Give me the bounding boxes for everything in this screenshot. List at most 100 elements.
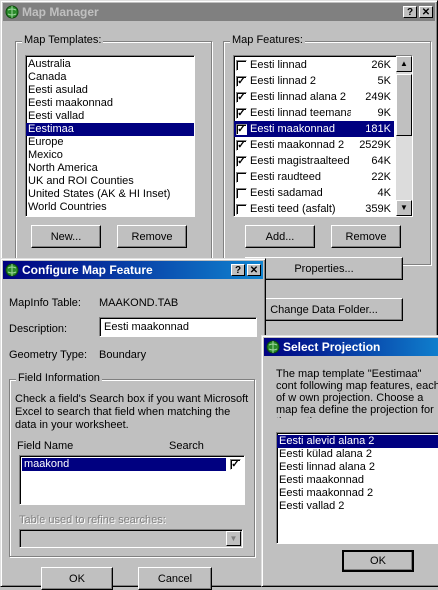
feature-list-item[interactable]: ✓ Eesti maakonnad 181K (234, 121, 394, 137)
feature-size: 9K (377, 107, 391, 119)
refine-searches-label: Table used to refine searches: (19, 514, 166, 526)
field-list[interactable]: maakond ✓ (19, 455, 245, 505)
feature-checkbox[interactable]: ✓ (236, 91, 247, 103)
feature-checkbox[interactable] (236, 171, 247, 183)
feature-size: 181K (365, 123, 391, 135)
template-list-item[interactable]: Eesti maakonnad (26, 97, 194, 110)
new-template-button[interactable]: New... (31, 225, 101, 248)
geometry-type-label: Geometry Type: (9, 349, 88, 361)
feature-size: 22K (371, 171, 391, 183)
help-button[interactable]: ? (403, 6, 417, 18)
change-data-folder-button[interactable]: Change Data Folder... (245, 298, 403, 321)
template-list-item[interactable]: Mexico (26, 149, 194, 162)
scroll-down-arrow-icon[interactable]: ▼ (396, 200, 412, 216)
window-title: Map Manager (22, 5, 99, 19)
projection-titlebar[interactable]: Select Projection (264, 338, 438, 356)
scroll-up-arrow-icon[interactable]: ▲ (396, 56, 412, 72)
templates-listbox[interactable]: Australia Canada Eesti asulad Eesti maakonn… (25, 55, 195, 217)
field-help-text: Check a field's Search box if you want M… (15, 393, 249, 431)
feature-name: Eesti linnad (250, 59, 307, 71)
template-list-item[interactable]: Eesti asulad (26, 84, 194, 97)
template-list-item[interactable]: Canada (26, 71, 194, 84)
feature-checkbox[interactable]: ✓ (236, 123, 247, 135)
projection-listbox[interactable]: Eesti alevid alana 2 Eesti külad alana 2E… (276, 432, 438, 544)
feature-name: Eesti linnad 2 (250, 75, 317, 87)
feature-list-item[interactable]: Eesti raudteed 22K (234, 169, 394, 185)
feature-name: Eesti maakonnad 2 (250, 139, 345, 151)
features-listbox[interactable]: Eesti linnad 26K ✓ Eesti linnad 2 5K ✓ Eesti l… (233, 55, 413, 217)
refine-searches-dropdown[interactable]: ▼ (19, 529, 243, 548)
template-list-item[interactable]: UK and ROI Counties (26, 175, 194, 188)
projection-list: Eesti alevid alana 2 Eesti külad alana 2E… (277, 435, 438, 513)
help-button[interactable]: ? (231, 264, 245, 276)
map-manager-titlebar[interactable]: Map Manager ? ✕ (3, 3, 435, 21)
template-list-item[interactable]: Eesti vallad (26, 110, 194, 123)
field-name-column-header: Field Name (17, 440, 74, 452)
geometry-type-value: Boundary (99, 349, 147, 361)
feature-size: 2529K (359, 139, 391, 151)
projection-list-item[interactable]: Eesti linnad alana 2 (277, 461, 438, 474)
field-row[interactable]: maakond (22, 458, 226, 471)
feature-checkbox[interactable]: ✓ (236, 107, 247, 119)
feature-checkbox[interactable] (236, 59, 247, 71)
close-button[interactable]: ✕ (419, 6, 433, 18)
search-column-header: Search (169, 440, 204, 452)
feature-list-item[interactable]: ✓ Eesti magistraalteed 2 64K (234, 153, 394, 169)
template-list-item[interactable]: Eestimaa (26, 123, 194, 136)
feature-list-item[interactable]: ✓ Eesti maakonnad 2 2529K (234, 137, 394, 153)
feature-list-item[interactable]: ✓ Eesti linnad 2 5K (234, 73, 394, 89)
remove-template-button[interactable]: Remove (117, 225, 187, 248)
feature-name: Eesti teed (asfalt) (250, 203, 336, 215)
mapinfo-table-value: MAAKOND.TAB (99, 297, 179, 309)
ok-button[interactable]: OK (342, 550, 414, 572)
feature-size: 249K (365, 91, 391, 103)
map-templates-label: Map Templates: (22, 34, 104, 46)
window-title: Select Projection (283, 340, 381, 354)
globe-icon (266, 340, 280, 354)
feature-checkbox[interactable]: ✓ (236, 155, 247, 167)
feature-list-item[interactable]: Eesti linnad 26K (234, 57, 394, 73)
projection-list-item[interactable]: Eesti maakonnad (277, 474, 438, 487)
feature-list-item[interactable]: Eesti sadamad 4K (234, 185, 394, 201)
feature-checkbox[interactable] (236, 187, 247, 199)
feature-name: Eesti linnad teemana 2 (250, 107, 351, 119)
features-list: Eesti linnad 26K ✓ Eesti linnad 2 5K ✓ Eesti l… (234, 57, 394, 216)
projection-help-text: The map template "Eestimaa" cont followi… (276, 368, 438, 418)
dropdown-arrow-icon[interactable]: ▼ (226, 531, 241, 546)
template-list-item[interactable]: Europe (26, 136, 194, 149)
description-value: Eesti maakonnad (104, 321, 189, 333)
search-checkbox[interactable]: ✓ (230, 459, 241, 470)
projection-list-item[interactable]: Eesti külad alana 2 (277, 448, 438, 461)
feature-size: 64K (371, 155, 391, 167)
feature-name: Eesti maakonnad (250, 123, 335, 135)
scroll-thumb[interactable] (396, 74, 412, 136)
remove-feature-button[interactable]: Remove (331, 225, 401, 248)
field-name: maakond (24, 458, 70, 470)
feature-checkbox[interactable]: ✓ (236, 139, 247, 151)
feature-list-item[interactable]: ✓ Eesti linnad teemana 2 9K (234, 105, 394, 121)
projection-list-item[interactable]: Eesti alevid alana 2 (277, 435, 438, 448)
template-list-item[interactable]: Australia (26, 58, 194, 71)
close-button[interactable]: ✕ (247, 264, 261, 276)
templates-list: Australia Canada Eesti asulad Eesti maakonn… (26, 58, 194, 214)
feature-size: 5K (377, 75, 391, 87)
select-projection-window: Select Projection The map template "Eest… (261, 335, 438, 587)
add-feature-button[interactable]: Add... (245, 225, 315, 248)
projection-list-item[interactable]: Eesti vallad 2 (277, 500, 438, 513)
window-title: Configure Map Feature (22, 263, 153, 277)
template-list-item[interactable]: United States (AK & HI Inset) (26, 188, 194, 201)
feature-checkbox[interactable]: ✓ (236, 75, 247, 87)
properties-button[interactable]: Properties... (245, 257, 403, 280)
feature-checkbox[interactable] (236, 203, 247, 215)
feature-size: 4K (377, 187, 391, 199)
configure-titlebar[interactable]: Configure Map Feature ? ✕ (3, 261, 263, 279)
description-input[interactable]: Eesti maakonnad (99, 317, 257, 337)
globe-icon (5, 263, 19, 277)
features-scrollbar[interactable]: ▲ ▼ (396, 56, 412, 216)
template-list-item[interactable]: North America (26, 162, 194, 175)
feature-list-item[interactable]: Eesti teed (asfalt) 359K (234, 201, 394, 216)
mapinfo-table-label: MapInfo Table: (9, 297, 81, 309)
feature-list-item[interactable]: ✓ Eesti linnad alana 2 249K (234, 89, 394, 105)
projection-list-item[interactable]: Eesti maakonnad 2 (277, 487, 438, 500)
template-list-item[interactable]: World Countries (26, 201, 194, 214)
